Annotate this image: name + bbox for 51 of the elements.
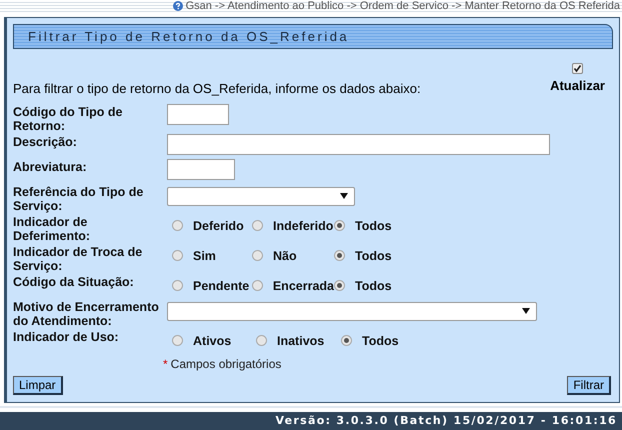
radio-label: Todos — [355, 278, 392, 294]
radio-label: Inativos — [277, 332, 324, 350]
field-label: Indicador de Uso: — [13, 328, 120, 344]
radio-label: Ativos — [193, 332, 232, 350]
version-text: Versão: 3.0.3.0 (Batch) 15/02/2017 - 16:01:16 — [275, 412, 617, 429]
radio-label: Todos — [362, 332, 399, 350]
field-label: Motivo de Encerramento do Atendimento: — [13, 298, 160, 328]
limpar-button[interactable]: Limpar — [13, 376, 63, 394]
radio-button[interactable] — [172, 335, 183, 346]
radio-label: Sim — [193, 248, 216, 264]
field-label: Código da Situação: — [13, 274, 135, 288]
radio-label: Indeferido — [273, 218, 334, 234]
dropdown-caret-icon — [522, 308, 530, 314]
help-icon[interactable] — [172, 1, 183, 11]
filtrar-button[interactable]: Filtrar — [567, 376, 611, 394]
radio-button[interactable] — [172, 220, 183, 232]
field-label: Abreviatura: — [13, 158, 88, 174]
radio-button[interactable] — [252, 220, 263, 232]
dropdown[interactable] — [167, 186, 355, 206]
radio-label: Encerrada — [272, 278, 334, 294]
panel-title: Filtrar Tipo de Retorno da OS_Referida — [13, 24, 613, 49]
dropdown[interactable] — [167, 302, 537, 320]
field-label: Código do Tipo de Retorno: — [13, 104, 124, 132]
radio-label: Pendente — [193, 278, 250, 294]
text-field[interactable] — [167, 158, 235, 180]
breadcrumb: Gsan -> Atendimento ao Publico -> Ordem de Servico -> Manter Retorno da OS Referida — [186, 0, 620, 12]
required-mark: * — [163, 356, 168, 370]
radio-button[interactable] — [172, 250, 183, 262]
text-field[interactable] — [167, 104, 229, 124]
instructions-text: Para filtrar o tipo de retorno da OS_Referida, informe os dados abaixo: — [13, 80, 421, 98]
radio-button[interactable] — [252, 250, 263, 262]
radio-button[interactable] — [256, 335, 267, 346]
field-label: Indicador de Deferimento: — [13, 214, 92, 242]
field-label: Indicador de Troca de Serviço: — [13, 244, 144, 272]
radio-label: Deferido — [193, 218, 244, 234]
radio-button[interactable] — [334, 220, 345, 232]
atualizar-label: Atualizar — [550, 77, 605, 95]
atualizar-checkbox[interactable] — [572, 63, 584, 74]
dropdown-caret-icon — [340, 193, 348, 199]
field-label: Descrição: — [13, 134, 78, 148]
required-note: Campos obrigatórios — [170, 356, 282, 370]
radio-label: Não — [273, 248, 297, 264]
radio-label: Todos — [355, 218, 392, 234]
radio-button[interactable] — [334, 280, 345, 292]
radio-button[interactable] — [341, 335, 352, 346]
radio-button[interactable] — [172, 280, 183, 292]
radio-button[interactable] — [334, 250, 345, 262]
text-field[interactable] — [167, 134, 550, 154]
field-label: Referência do Tipo de Serviço: — [13, 184, 144, 212]
radio-label: Todos — [355, 248, 392, 264]
radio-button[interactable] — [252, 280, 263, 292]
